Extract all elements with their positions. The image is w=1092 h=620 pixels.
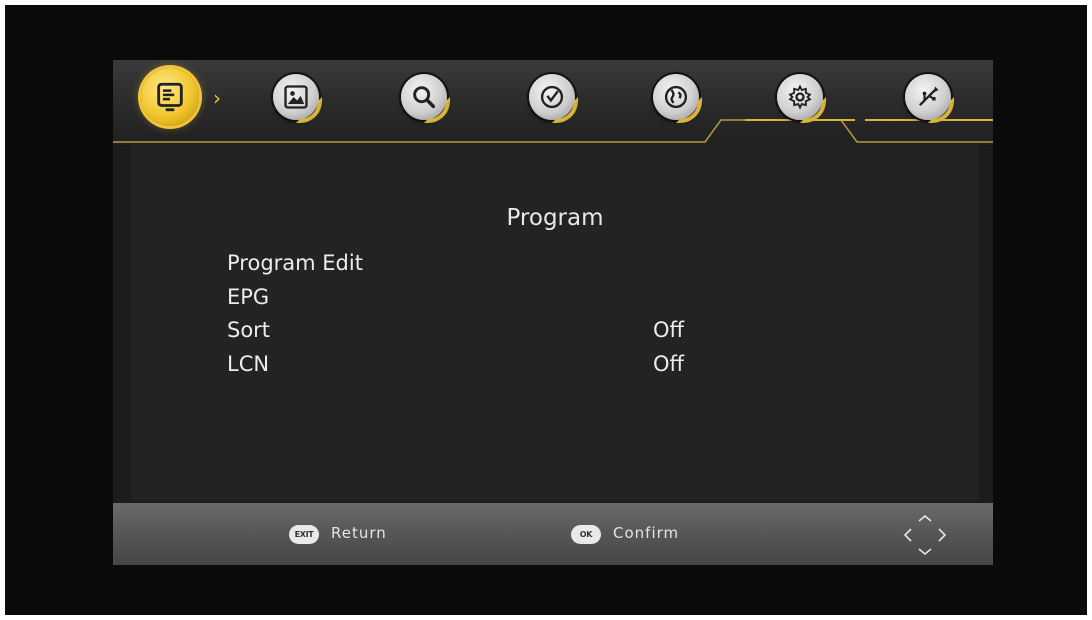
tab-search[interactable] — [401, 74, 447, 120]
ok-key-icon: OK — [571, 525, 601, 544]
tv-frame: › Program Program Edit EPG Sort Off LCN … — [5, 5, 1087, 615]
menu-item-epg[interactable]: EPG — [227, 285, 269, 309]
globe-icon — [664, 85, 688, 109]
search-icon — [413, 86, 436, 109]
page-title: Program — [506, 205, 604, 231]
lcn-value[interactable]: Off — [653, 352, 684, 376]
hint-bar: EXIT Return OK Confirm — [113, 503, 993, 565]
tab-usb[interactable] — [905, 74, 951, 120]
tab-time[interactable] — [529, 74, 575, 120]
gear-icon — [788, 84, 812, 110]
sort-value[interactable]: Off — [653, 318, 684, 342]
tab-bar: › — [113, 60, 993, 145]
content-panel: Program Program Edit EPG Sort Off LCN Of… — [131, 145, 979, 500]
confirm-hint: Confirm — [613, 524, 680, 542]
picture-icon — [284, 85, 308, 109]
dpad-icon — [903, 514, 947, 556]
monitor-icon — [157, 82, 183, 112]
clock-icon — [540, 85, 564, 109]
menu-item-lcn[interactable]: LCN — [227, 352, 269, 376]
tab-language[interactable] — [653, 74, 699, 120]
usb-icon — [919, 86, 939, 106]
exit-key-icon: EXIT — [289, 525, 319, 544]
menu-item-program-edit[interactable]: Program Edit — [227, 251, 363, 275]
menu-item-sort[interactable]: Sort — [227, 318, 270, 342]
tab-tv[interactable] — [141, 68, 199, 126]
chevron-right-icon: › — [213, 86, 221, 110]
tab-system[interactable] — [777, 74, 823, 120]
return-hint: Return — [331, 524, 387, 542]
tab-picture[interactable] — [273, 74, 319, 120]
menu-screen: › Program Program Edit EPG Sort Off LCN … — [113, 60, 993, 565]
